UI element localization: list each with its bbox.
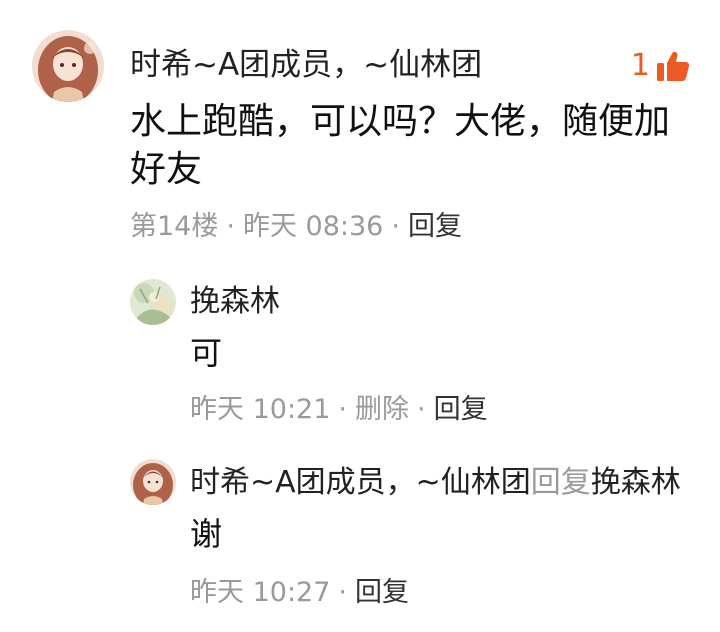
reply-to-username[interactable]: 挽森林: [591, 465, 681, 500]
reply-timestamp: 昨天 10:27: [190, 577, 331, 608]
meta-separator: ·: [391, 211, 400, 242]
reply-button[interactable]: 回复: [408, 211, 462, 242]
reply-1-meta: 昨天 10:21 · 删除 · 回复: [190, 392, 488, 428]
avatar-image: [130, 279, 176, 325]
comment-timestamp: 昨天 08:36: [242, 211, 384, 242]
avatar-main-commenter[interactable]: [32, 30, 104, 102]
thumbs-up-icon: [657, 51, 690, 81]
reply-1-text: 可: [190, 334, 223, 372]
reply-to-label: 回复: [530, 465, 591, 500]
reply-2-meta: 昨天 10:27 · 回复: [190, 575, 409, 611]
reply-2-text: 谢: [190, 515, 223, 553]
avatar-reply-2[interactable]: [130, 459, 176, 505]
reply-button[interactable]: 回复: [434, 394, 488, 425]
avatar-image: [130, 459, 176, 505]
main-commenter-name[interactable]: 时希~A团成员，~仙林团: [130, 44, 482, 86]
delete-button[interactable]: 删除: [355, 394, 409, 425]
avatar-image: [32, 30, 104, 102]
meta-separator: ·: [226, 211, 235, 242]
reply-2-username[interactable]: 时希~A团成员，~仙林团: [190, 465, 531, 500]
meta-separator: ·: [338, 394, 347, 425]
like-button[interactable]: 1: [631, 48, 690, 84]
main-comment-text: 水上跑酷，可以吗？大佬，随便加好友: [130, 101, 671, 190]
main-comment-meta: 第14楼 · 昨天 08:36 · 回复: [130, 209, 462, 245]
meta-separator: ·: [338, 577, 347, 608]
reply-1-username[interactable]: 挽森林: [190, 282, 280, 322]
meta-separator: ·: [417, 394, 426, 425]
floor-number: 第14楼: [130, 211, 219, 242]
like-count: 1: [630, 48, 650, 83]
reply-button[interactable]: 回复: [355, 577, 409, 608]
comment-thread: 时希~A团成员，~仙林团 1 水上跑酷，可以吗？大佬，随便加好友 第14楼 · 昨天…: [0, 0, 720, 632]
reply-2-header: 时希~A团成员，~仙林团回复挽森林: [190, 463, 681, 503]
avatar-reply-1[interactable]: [130, 279, 176, 325]
reply-timestamp: 昨天 10:21: [190, 394, 331, 425]
